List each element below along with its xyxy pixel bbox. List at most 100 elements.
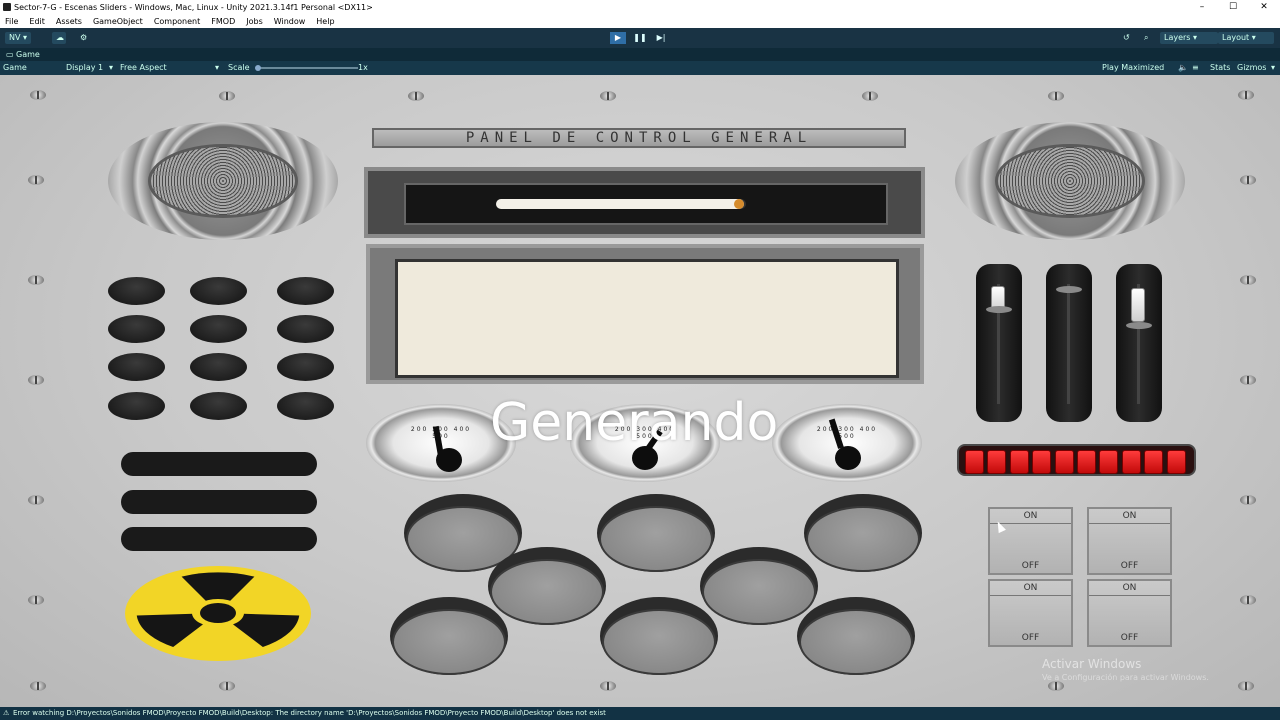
game-view-controls: Game Display 1 ▾ Free Aspect ▾ Scale 1x …: [0, 61, 1280, 75]
led-segment: [1099, 450, 1119, 474]
switch-off-label: OFF: [1021, 633, 1040, 643]
round-button[interactable]: [488, 547, 606, 625]
menu-component[interactable]: Component: [154, 15, 200, 28]
play-maximized-dropdown[interactable]: Play Maximized: [1102, 61, 1164, 75]
vertical-slider[interactable]: [976, 264, 1022, 422]
screw-icon: [30, 681, 46, 691]
game-view[interactable]: PANEL DE CONTROL GENERAL 200 300 400 500…: [0, 75, 1280, 707]
layout-dropdown[interactable]: Layout ▾: [1218, 32, 1274, 44]
collab-icon[interactable]: ⚙: [76, 32, 90, 44]
vertical-slider[interactable]: [1046, 264, 1092, 422]
scale-label: Scale: [228, 63, 250, 72]
keypad-button[interactable]: [190, 277, 247, 305]
progress-fill: [496, 199, 744, 209]
audio-icon[interactable]: ≡: [1192, 61, 1199, 75]
switch-off-label: OFF: [1021, 561, 1040, 571]
mute-icon[interactable]: 🔈: [1178, 61, 1188, 75]
chevron-down-icon: ▾: [1271, 63, 1276, 72]
screw-icon: [1240, 275, 1256, 285]
keypad-button[interactable]: [108, 315, 165, 343]
slider-handle[interactable]: [1056, 286, 1082, 293]
led-segment: [1166, 450, 1186, 474]
led-segment: [1009, 450, 1029, 474]
scale-slider-handle[interactable]: [255, 65, 261, 71]
pause-button[interactable]: ❚❚: [632, 32, 648, 44]
button-cap: [799, 609, 913, 675]
scale-slider-track[interactable]: [258, 67, 358, 69]
console-status-bar[interactable]: ⚠ Error watching D:\Proyectos\Sonidos FM…: [0, 707, 1280, 720]
screw-icon: [28, 175, 44, 185]
keypad-button[interactable]: [190, 315, 247, 343]
layers-dropdown[interactable]: Layers ▾: [1160, 32, 1218, 44]
scale-value: 1x: [358, 63, 368, 72]
close-button[interactable]: ✕: [1249, 0, 1279, 15]
switch-on-label: ON: [1023, 511, 1038, 521]
menu-edit[interactable]: Edit: [29, 15, 45, 28]
vertical-slider[interactable]: [1116, 264, 1162, 422]
toggle-switch[interactable]: ON OFF: [988, 579, 1073, 647]
screw-icon: [1048, 91, 1064, 101]
menu-jobs[interactable]: Jobs: [246, 15, 263, 28]
toggle-switch[interactable]: ON OFF: [1087, 507, 1172, 575]
unity-icon: [3, 3, 11, 11]
tab-game[interactable]: Game: [16, 48, 40, 61]
keypad-button[interactable]: [277, 277, 334, 305]
gizmos-dropdown[interactable]: Gizmos: [1237, 61, 1266, 75]
menu-file[interactable]: File: [5, 15, 18, 28]
menu-fmod[interactable]: FMOD: [211, 15, 235, 28]
display-dropdown[interactable]: Display 1: [66, 61, 103, 75]
account-dropdown[interactable]: NV ▾: [5, 32, 32, 44]
keypad-button[interactable]: [277, 353, 334, 381]
slider-handle[interactable]: [1131, 288, 1145, 322]
screw-icon: [1240, 375, 1256, 385]
vent-slot: [121, 527, 317, 551]
search-icon[interactable]: ⌕: [1140, 32, 1152, 44]
aspect-dropdown[interactable]: Free Aspect: [120, 61, 167, 75]
game-mode-dropdown[interactable]: Game: [3, 61, 27, 75]
speaker-left: [108, 122, 338, 240]
toggle-switch[interactable]: ON OFF: [1087, 579, 1172, 647]
history-icon[interactable]: ↺: [1119, 32, 1134, 44]
menu-assets[interactable]: Assets: [56, 15, 82, 28]
vent-slot: [121, 490, 317, 514]
led-segment: [987, 450, 1007, 474]
round-button[interactable]: [390, 597, 508, 675]
maximize-button[interactable]: ☐: [1218, 0, 1248, 15]
screw-icon: [28, 495, 44, 505]
switch-lever: [990, 595, 1071, 596]
screw-icon: [28, 595, 44, 605]
layers-label: Layers: [1164, 33, 1191, 42]
step-button[interactable]: ▶|: [653, 32, 669, 44]
keypad-button[interactable]: [277, 315, 334, 343]
error-icon: ⚠: [3, 709, 10, 717]
cloud-icon[interactable]: ☁: [52, 32, 66, 44]
stats-button[interactable]: Stats: [1210, 61, 1230, 75]
led-segment: [1077, 450, 1096, 474]
play-button[interactable]: ▶: [610, 32, 626, 44]
speaker-right: [955, 122, 1185, 240]
round-button[interactable]: [597, 494, 715, 572]
menu-help[interactable]: Help: [316, 15, 334, 28]
keypad-button[interactable]: [190, 392, 247, 420]
speaker-grille: [995, 144, 1145, 218]
button-cap: [702, 559, 816, 625]
keypad-button[interactable]: [108, 392, 165, 420]
menu-gameobject[interactable]: GameObject: [93, 15, 143, 28]
led-segment: [1032, 450, 1052, 474]
panel-title: PANEL DE CONTROL GENERAL: [372, 128, 906, 148]
keypad-button[interactable]: [108, 277, 165, 305]
slider-track: [1067, 284, 1070, 404]
toggle-switch[interactable]: ON OFF: [988, 507, 1073, 575]
round-button[interactable]: [797, 597, 915, 675]
round-button[interactable]: [804, 494, 922, 572]
menu-window[interactable]: Window: [274, 15, 306, 28]
keypad-button[interactable]: [277, 392, 334, 420]
keypad-button[interactable]: [108, 353, 165, 381]
display-screen: [395, 259, 899, 378]
round-button[interactable]: [600, 597, 718, 675]
led-segment: [1121, 450, 1141, 474]
minimize-button[interactable]: –: [1187, 0, 1217, 15]
switch-on-label: ON: [1023, 583, 1038, 593]
keypad-button[interactable]: [190, 353, 247, 381]
round-button[interactable]: [700, 547, 818, 625]
